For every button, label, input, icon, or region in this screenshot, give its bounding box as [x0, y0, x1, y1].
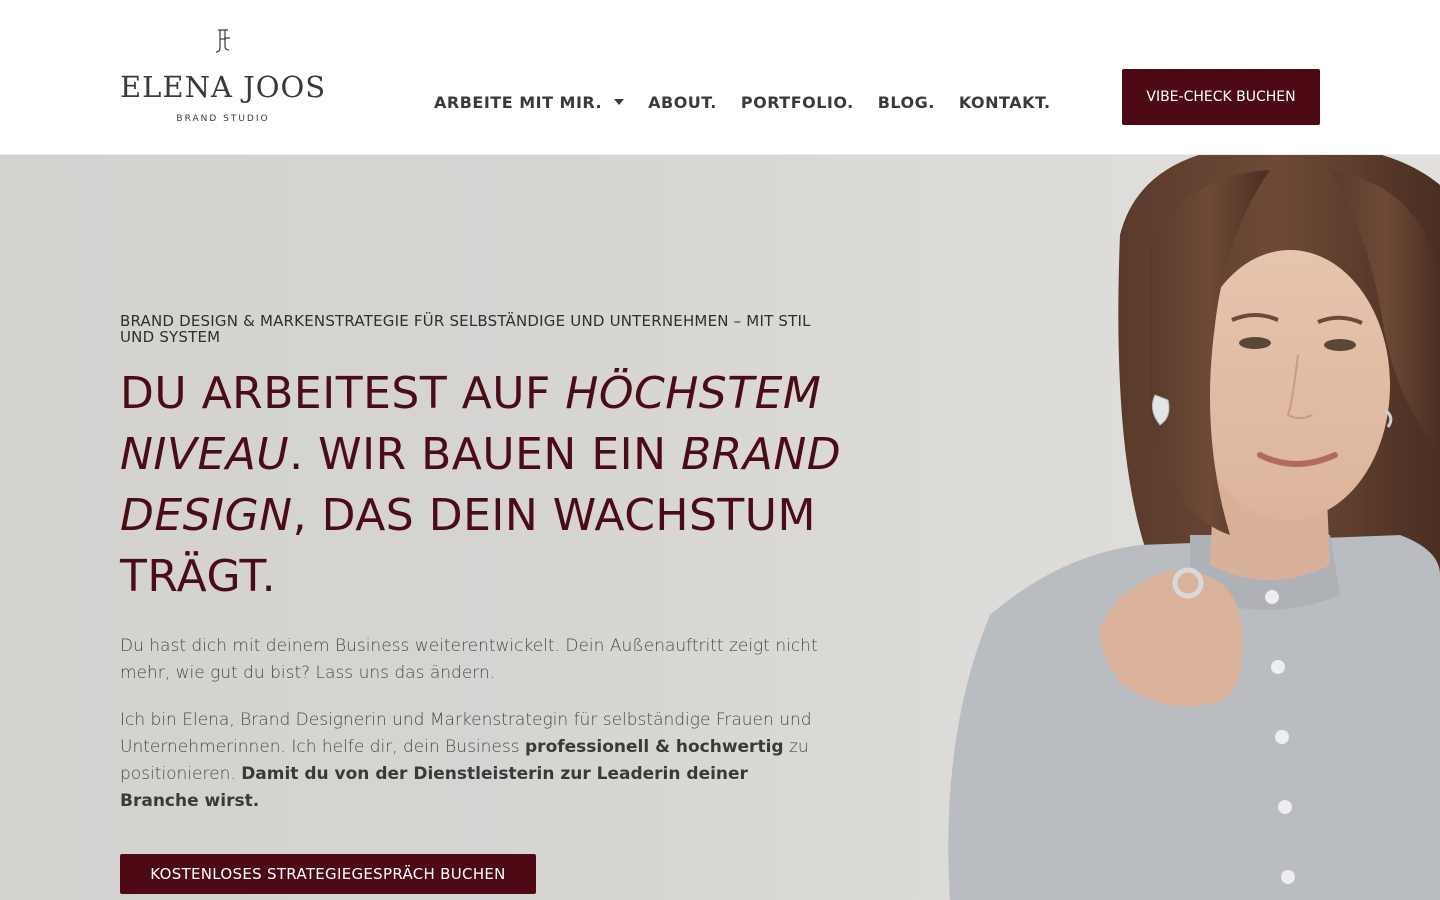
logo[interactable]: ELENA JOOS BRAND STUDIO [120, 26, 326, 130]
logo-name: ELENA JOOS [120, 70, 327, 104]
hero-intro-text: Du hast dich mit deinem Business weitere… [120, 636, 818, 683]
hero-headline: DU ARBEITEST AUF HÖCHSTEM NIVEAU. WIR BA… [120, 363, 850, 607]
nav-item-label: ARBEITE MIT MIR. [434, 92, 603, 112]
nav-item-about[interactable]: ABOUT. [648, 93, 717, 112]
nav-item-label: ABOUT. [648, 92, 717, 112]
hero-eyebrow: BRAND DESIGN & MARKENSTRATEGIE FÜR SELBS… [120, 312, 811, 346]
nav-item-kontakt[interactable]: KONTAKT. [959, 93, 1051, 112]
nav-item-portfolio[interactable]: PORTFOLIO. [741, 93, 854, 112]
headline-part: DU ARBEITEST AUF [120, 368, 566, 419]
headline-part: . WIR BAUEN EIN [289, 429, 681, 480]
vibe-check-button[interactable]: VIBE-CHECK BUCHEN [1122, 69, 1320, 125]
strategy-call-button[interactable]: KOSTENLOSES STRATEGIEGESPRÄCH BUCHEN [120, 854, 536, 894]
chevron-down-icon[interactable] [614, 99, 625, 105]
nav-item-arbeite-mit-mir[interactable]: ARBEITE MIT MIR. [434, 92, 625, 112]
site-header: ELENA JOOS BRAND STUDIO ARBEITE MIT MIR.… [0, 0, 1440, 155]
about-text-bold: professionell & hochwertig [525, 737, 784, 757]
logo-subtitle: BRAND STUDIO [176, 114, 270, 124]
main-nav: ARBEITE MIT MIR. ABOUT. PORTFOLIO. BLOG.… [434, 90, 1075, 114]
hero-section: BRAND DESIGN & MARKENSTRATEGIE FÜR SELBS… [0, 155, 1440, 900]
nav-item-blog[interactable]: BLOG. [878, 93, 935, 112]
nav-item-label: BLOG. [877, 92, 935, 112]
nav-item-label: PORTFOLIO. [740, 92, 854, 112]
monogram-icon [215, 29, 230, 53]
nav-item-label: KONTAKT. [958, 92, 1051, 112]
hero-about-text: Ich bin Elena, Brand Designerin und Mark… [120, 707, 830, 815]
